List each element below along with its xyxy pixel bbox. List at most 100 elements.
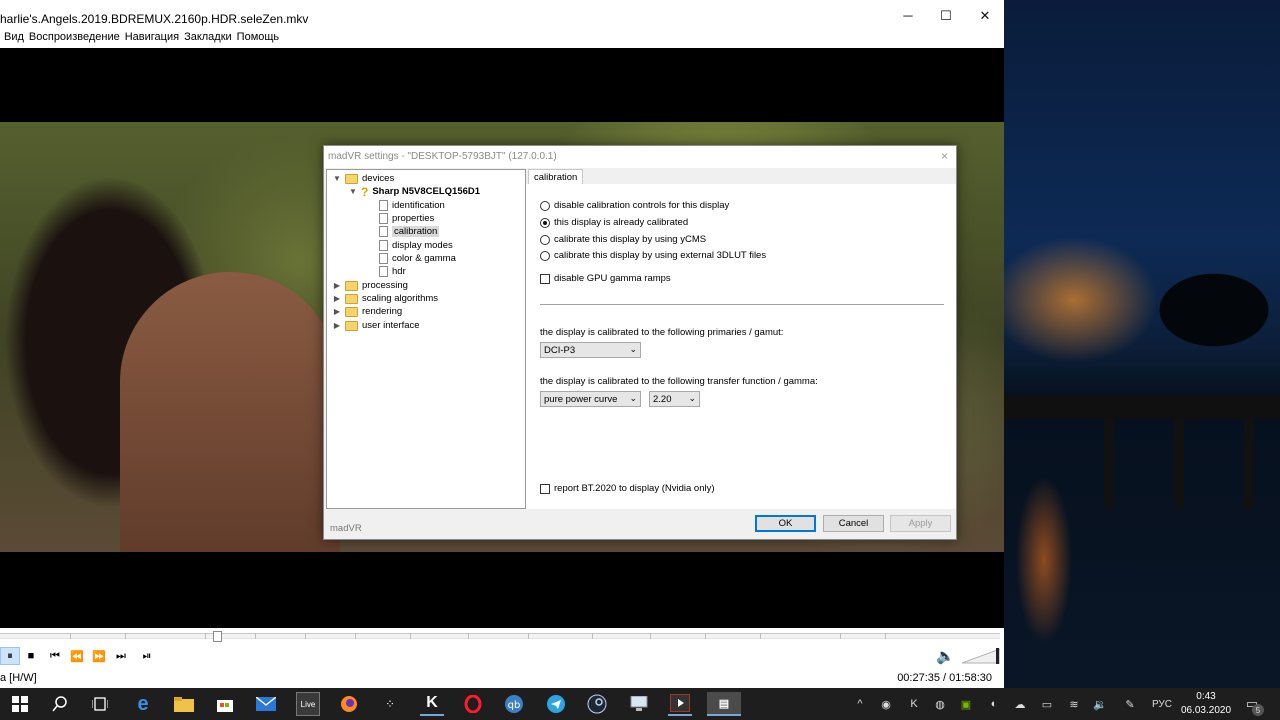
tree-node-device[interactable]: ▼ ? Sharp N5V8CELQ156D1 <box>349 185 481 199</box>
windows-start-icon[interactable] <box>8 692 32 716</box>
page-icon <box>379 226 388 237</box>
checkbox[interactable] <box>540 273 550 284</box>
tree-node-color-gamma[interactable]: color & gamma <box>379 252 456 265</box>
close-button[interactable]: ✕ <box>965 0 1005 31</box>
tree-node-processing[interactable]: ▶ processing <box>333 279 408 292</box>
telegram-icon[interactable] <box>544 692 568 716</box>
stop-button[interactable]: ■ <box>21 647 41 665</box>
radio-3dlut[interactable]: calibrate this display by using external… <box>540 250 766 261</box>
pause-button[interactable]: ⏸ <box>0 647 20 665</box>
tree-node-identification[interactable]: identification <box>379 199 445 212</box>
menu-playback[interactable]: Воспроизведение <box>29 31 120 48</box>
collapse-arrow-icon[interactable]: ▼ <box>333 174 341 183</box>
radio-disable-calibration[interactable]: disable calibration controls for this di… <box>540 200 729 211</box>
page-icon <box>379 240 388 251</box>
checkbox[interactable] <box>540 483 550 494</box>
hk-tray-icon[interactable]: K <box>906 696 922 712</box>
radio-button[interactable] <box>540 200 550 211</box>
file-explorer-icon[interactable] <box>172 692 196 716</box>
volume-icon[interactable]: 🔈 <box>936 647 955 665</box>
menu-help[interactable]: Помощь <box>237 31 280 48</box>
usb-icon[interactable]: ▭ <box>1039 696 1055 712</box>
forward-button[interactable]: ⏩ <box>89 647 109 665</box>
firefox-icon[interactable] <box>337 692 361 716</box>
frame-step-button[interactable]: ⏯ <box>137 647 157 665</box>
gamma-select[interactable]: 2.20 ⌄ <box>649 391 700 407</box>
remote-desktop-icon[interactable] <box>627 692 651 716</box>
radio-ycms[interactable]: calibrate this display by using yCMS <box>540 234 706 245</box>
tree-node-rendering[interactable]: ▶ rendering <box>333 305 402 318</box>
qbittorrent-tray-icon[interactable]: ◍ <box>932 696 948 712</box>
sync-tray-icon[interactable]: ◐ <box>986 696 1002 712</box>
radio-label: calibrate this display by using yCMS <box>554 234 707 245</box>
tree-node-user-interface[interactable]: ▶ user interface <box>333 319 420 332</box>
cloud-icon[interactable]: ☁ <box>1012 696 1028 712</box>
video-editor-icon[interactable] <box>668 692 692 716</box>
transfer-select[interactable]: pure power curve ⌄ <box>540 391 641 407</box>
radio-button[interactable] <box>540 250 550 261</box>
cancel-button[interactable]: Cancel <box>823 515 884 532</box>
menu-view[interactable]: Вид <box>4 31 24 48</box>
expand-arrow-icon[interactable]: ▶ <box>333 294 341 303</box>
checkbox-report-bt2020[interactable]: report BT.2020 to display (Nvidia only) <box>540 483 715 494</box>
expand-arrow-icon[interactable]: ▶ <box>333 307 341 316</box>
menu-bookmarks[interactable]: Закладки <box>184 31 232 48</box>
folder-icon <box>345 173 358 184</box>
clock[interactable]: 0:43 06.03.2020 <box>1180 690 1232 718</box>
dots-app-icon[interactable]: ⁘ <box>378 692 402 716</box>
radio-already-calibrated[interactable]: this display is already calibrated <box>540 217 688 228</box>
steam-icon[interactable] <box>585 692 609 716</box>
menu-navigation[interactable]: Навигация <box>125 31 179 48</box>
chapter-tick <box>468 633 469 639</box>
live-app-icon[interactable]: Live <box>296 692 320 716</box>
player-titlebar[interactable]: harlie's.Angels.2019.BDREMUX.2160p.HDR.s… <box>0 0 1004 31</box>
dialog-close-icon[interactable]: × <box>941 149 948 163</box>
tree-node-scaling[interactable]: ▶ scaling algorithms <box>333 292 438 305</box>
apply-button[interactable]: Apply <box>890 515 951 532</box>
search-icon[interactable] <box>48 692 72 716</box>
primaries-select[interactable]: DCI-P3 ⌄ <box>540 342 641 358</box>
tab-calibration[interactable]: calibration <box>528 169 584 184</box>
wallpaper-pier-leg <box>1174 419 1184 509</box>
checkbox-gpu-gamma-ramps[interactable]: disable GPU gamma ramps <box>540 273 671 284</box>
pen-icon[interactable]: ✎ <box>1122 696 1138 712</box>
tree-node-hdr[interactable]: hdr <box>379 265 406 278</box>
tree-label: Sharp N5V8CELQ156D1 <box>372 186 481 197</box>
chevron-up-icon[interactable]: ^ <box>852 696 868 712</box>
expand-arrow-icon[interactable]: ▶ <box>333 321 341 330</box>
nvidia-tray-icon[interactable]: ▣ <box>958 696 974 712</box>
tree-node-calibration[interactable]: calibration <box>379 225 440 238</box>
tree-node-properties[interactable]: properties <box>379 212 434 225</box>
tree-node-display-modes[interactable]: display modes <box>379 239 453 252</box>
chapter-tick <box>528 633 529 639</box>
speaker-icon[interactable]: 🔉 <box>1092 696 1108 712</box>
radio-button-checked[interactable] <box>540 217 550 228</box>
minimize-button[interactable]: ─ <box>888 0 928 31</box>
wifi-icon[interactable]: ≋ <box>1066 696 1082 712</box>
store-icon[interactable] <box>213 692 237 716</box>
language-indicator[interactable]: РУС <box>1150 696 1174 712</box>
video-figure-shoulder <box>120 272 340 552</box>
seek-bar[interactable] <box>0 628 1004 644</box>
seek-track[interactable] <box>0 633 1000 639</box>
volume-slider[interactable] <box>962 648 1000 664</box>
steam-tray-icon[interactable]: ◉ <box>878 696 894 712</box>
dialog-titlebar[interactable]: madVR settings - "DESKTOP-5793BJT" (127.… <box>324 146 956 168</box>
collapse-arrow-icon[interactable]: ▼ <box>349 187 357 196</box>
task-view-icon[interactable] <box>88 692 112 716</box>
edge-browser-icon[interactable]: e <box>131 692 155 716</box>
opera-icon[interactable] <box>461 692 485 716</box>
media-player-icon[interactable]: ▤ <box>707 692 741 716</box>
mail-icon[interactable] <box>254 692 278 716</box>
tree-node-devices[interactable]: ▼ devices <box>333 172 394 185</box>
next-button[interactable]: ⏭ <box>111 647 131 665</box>
maximize-button[interactable]: ☐ <box>926 0 966 31</box>
previous-button[interactable]: ⏮ <box>45 647 65 665</box>
qbittorrent-icon[interactable]: qb <box>502 692 526 716</box>
seek-thumb[interactable] <box>213 631 222 642</box>
hk-app-icon[interactable]: K <box>420 692 444 716</box>
radio-button[interactable] <box>540 234 550 245</box>
rewind-button[interactable]: ⏪ <box>67 647 87 665</box>
ok-button[interactable]: OK <box>755 515 816 532</box>
expand-arrow-icon[interactable]: ▶ <box>333 281 341 290</box>
